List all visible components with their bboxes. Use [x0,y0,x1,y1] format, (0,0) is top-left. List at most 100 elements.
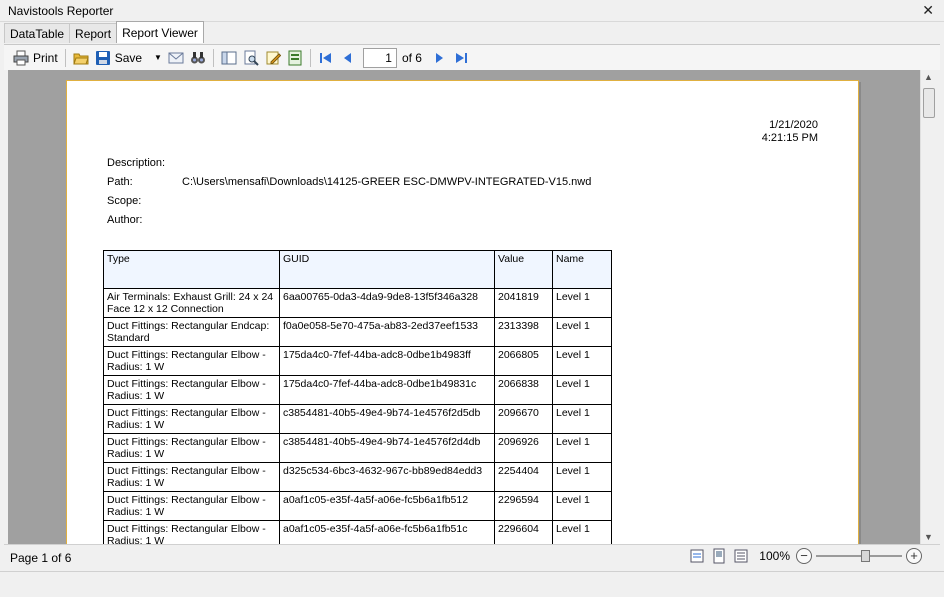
email-button[interactable] [165,47,187,69]
cell-type: Duct Fittings: Rectangular Elbow - Radiu… [103,462,280,492]
tab-datatable[interactable]: DataTable [4,23,71,43]
first-page-button[interactable] [315,47,337,69]
scroll-up-icon[interactable]: ▲ [924,72,933,82]
envelope-icon [168,52,184,63]
multi-page-icon[interactable] [733,548,749,564]
meta-key: Description: [107,157,166,169]
save-button[interactable]: Save [92,47,145,69]
cell-guid: a0af1c05-e35f-4a5f-a06e-fc5b6a1fb51c [279,520,495,544]
table-row: Duct Fittings: Rectangular Endcap: Stand… [103,317,612,347]
cell-value: 2096926 [494,433,553,463]
cell-value: 2066805 [494,346,553,376]
page-status: Page 1 of 6 [10,551,72,565]
zoom-in-button[interactable]: + [906,548,922,564]
open-button[interactable] [70,47,92,69]
last-page-icon [455,52,467,63]
scrollbar-thumb[interactable] [923,88,935,118]
cell-guid: a0af1c05-e35f-4a5f-a06e-fc5b6a1fb512 [279,491,495,521]
zoom-slider[interactable] [816,548,902,564]
table-row: Duct Fittings: Rectangular Elbow - Radiu… [103,520,612,544]
cell-type: Duct Fittings: Rectangular Elbow - Radiu… [103,404,280,434]
report-table: Type GUID Value Name Air Terminals: Exha… [103,250,612,544]
table-row: Air Terminals: Exhaust Grill: 24 x 24 Fa… [103,288,612,318]
document-map-button[interactable] [218,47,240,69]
toolbar-separator [212,48,214,67]
folder-open-icon [72,53,89,64]
close-icon[interactable]: ✕ [922,2,934,19]
report-viewer-canvas[interactable]: 1/21/2020 4:21:15 PM Description: Path: C… [8,70,920,544]
cell-type: Duct Fittings: Rectangular Elbow - Radiu… [103,491,280,521]
chevron-down-icon: ▼ [154,53,162,62]
minus-icon: − [800,548,808,563]
cell-name: Level 1 [552,520,612,544]
title-bar: Navistools Reporter ✕ [0,0,944,22]
page-setup-button[interactable] [240,47,262,69]
table-row: Duct Fittings: Rectangular Elbow - Radiu… [103,433,612,463]
next-page-icon [435,52,443,63]
cell-guid: f0a0e058-5e70-475a-ab83-2ed37eef1533 [279,317,495,347]
save-dropdown-button[interactable]: ▼ [145,47,165,69]
cell-name: Level 1 [552,288,612,318]
report-date: 1/21/2020 [769,119,818,131]
column-header-type: Type [103,250,280,289]
column-header-value: Value [494,250,553,289]
single-page-icon[interactable] [711,548,727,564]
cell-value: 2041819 [494,288,553,318]
cell-name: Level 1 [552,491,612,521]
column-header-name: Name [552,250,612,289]
cell-type: Duct Fittings: Rectangular Elbow - Radiu… [103,520,280,544]
find-button[interactable] [187,47,209,69]
cell-guid: 175da4c0-7fef-44ba-adc8-0dbe1b4983ff [279,346,495,376]
tab-report[interactable]: Report [69,23,118,43]
current-page-input[interactable] [362,47,397,68]
report-datetime: 1/21/2020 4:21:15 PM [762,119,818,145]
table-row: Duct Fittings: Rectangular Elbow - Radiu… [103,491,612,521]
meta-path: Path: C:\Users\mensafi\Downloads\14125-GR… [107,176,591,188]
table-body: Air Terminals: Exhaust Grill: 24 x 24 Fa… [103,288,612,544]
vertical-scrollbar[interactable]: ▲ ▼ [920,70,936,544]
first-page-icon [319,52,331,63]
zoom-slider-knob[interactable] [861,550,870,562]
printer-icon [13,50,29,65]
tab-report-viewer[interactable]: Report Viewer [116,21,204,43]
scroll-down-icon[interactable]: ▼ [924,532,933,542]
next-page-button[interactable] [428,47,450,69]
print-button[interactable]: Print [10,47,61,69]
zoom-level: 100% [759,549,790,563]
meta-value: C:\Users\mensafi\Downloads\14125-GREER E… [182,176,592,188]
viewer-toolbar: Print Save ▼ of 6 [4,44,940,70]
cell-name: Level 1 [552,462,612,492]
table-row: Duct Fittings: Rectangular Elbow - Radiu… [103,346,612,376]
edit-button[interactable] [262,47,284,69]
meta-key: Author: [107,214,143,226]
table-row: Duct Fittings: Rectangular Elbow - Radiu… [103,404,612,434]
cell-type: Air Terminals: Exhaust Grill: 24 x 24 Fa… [103,288,280,318]
meta-scope: Scope: [107,195,182,207]
cell-guid: c3854481-40b5-49e4-9b74-1e4576f2d4db [279,433,495,463]
page-count-label: of 6 [401,50,422,65]
zoom-slider-track [816,555,902,557]
status-bar: Page 1 of 6 100% − + [4,544,940,570]
last-page-button[interactable] [450,47,472,69]
previous-page-button[interactable] [337,47,359,69]
report-time: 4:21:15 PM [761,132,818,144]
tab-strip: DataTable Report Report Viewer [4,21,204,44]
export-button[interactable] [284,47,306,69]
toolbar-separator [64,48,66,67]
zoom-out-button[interactable]: − [796,548,812,564]
cell-value: 2066838 [494,375,553,405]
table-row: Duct Fittings: Rectangular Elbow - Radiu… [103,375,612,405]
green-document-icon [288,50,302,65]
meta-key: Path: [107,176,133,188]
report-page: 1/21/2020 4:21:15 PM Description: Path: C… [66,80,859,544]
magnifier-page-icon [244,50,259,66]
zoom-controls: 100% − + [689,548,922,564]
cell-type: Duct Fittings: Rectangular Endcap: Stand… [103,317,280,347]
cell-guid: c3854481-40b5-49e4-9b74-1e4576f2d5db [279,404,495,434]
cell-guid: 6aa00765-0da3-4da9-9de8-13f5f346a328 [279,288,495,318]
column-header-guid: GUID [279,250,495,289]
page-view-icon[interactable] [689,548,705,564]
window-title: Navistools Reporter [8,4,114,18]
cell-type: Duct Fittings: Rectangular Elbow - Radiu… [103,375,280,405]
cell-name: Level 1 [552,317,612,347]
